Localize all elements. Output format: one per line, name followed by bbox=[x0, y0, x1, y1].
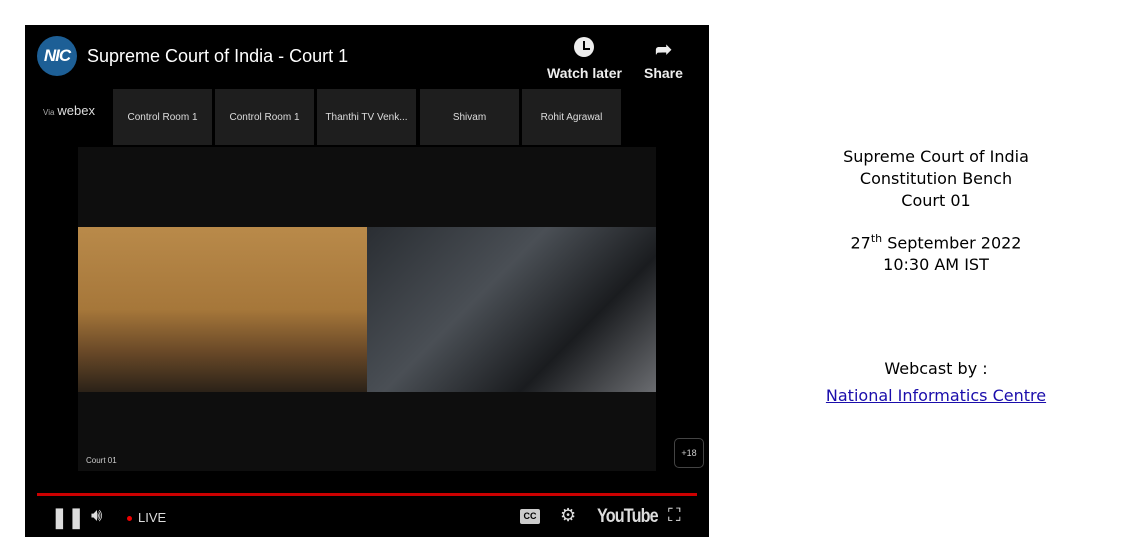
advocates-video bbox=[367, 227, 656, 392]
video-player[interactable]: NIC Supreme Court of India - Court 1 Wat… bbox=[25, 25, 709, 537]
more-participants-button[interactable]: +18 bbox=[674, 438, 704, 468]
pause-icon[interactable]: ❚❚ bbox=[51, 505, 85, 530]
settings-icon[interactable]: ⚙ bbox=[560, 505, 576, 526]
participant-tile: Control Room 1 bbox=[113, 89, 212, 145]
participant-tile: Control Room 1 bbox=[215, 89, 314, 145]
video-stage: Court 01 bbox=[78, 147, 656, 471]
participant-tile: Shivam bbox=[420, 89, 519, 145]
bench-video bbox=[78, 227, 367, 392]
fullscreen-icon[interactable]: ⛶ bbox=[668, 505, 681, 526]
cc-button[interactable]: CC bbox=[520, 509, 540, 524]
clock-icon bbox=[574, 37, 595, 57]
webcast-by-label: Webcast by : bbox=[884, 359, 988, 379]
info-line: Supreme Court of India bbox=[843, 147, 1029, 166]
participant-tile: Thanthi TV Venk... bbox=[317, 89, 416, 145]
channel-logo[interactable]: NIC bbox=[37, 36, 77, 76]
watch-later-button[interactable]: Watch later bbox=[547, 37, 622, 81]
youtube-logo[interactable]: YouTube bbox=[597, 506, 659, 528]
nic-link[interactable]: National Informatics Centre bbox=[826, 386, 1046, 405]
participant-tile: Rohit Agrawal bbox=[522, 89, 621, 145]
info-panel: Supreme Court of India Constitution Benc… bbox=[780, 146, 1092, 407]
volume-icon[interactable]: 🔊︎ bbox=[91, 505, 102, 526]
date: 27th September 2022 bbox=[850, 232, 1022, 253]
share-button[interactable]: ➦ Share bbox=[644, 37, 683, 81]
webex-logo: Via webex bbox=[43, 103, 95, 118]
video-title[interactable]: Supreme Court of India - Court 1 bbox=[87, 46, 348, 67]
time: 10:30 AM IST bbox=[883, 255, 989, 275]
stage-label: Court 01 bbox=[86, 456, 117, 465]
watch-later-label: Watch later bbox=[547, 65, 622, 81]
info-line: Constitution Bench bbox=[859, 169, 1013, 188]
live-indicator[interactable]: LIVE bbox=[127, 510, 166, 525]
progress-bar[interactable] bbox=[37, 493, 697, 496]
share-icon: ➦ bbox=[655, 39, 672, 61]
share-label: Share bbox=[644, 65, 683, 81]
info-line: Court 01 bbox=[901, 191, 971, 210]
